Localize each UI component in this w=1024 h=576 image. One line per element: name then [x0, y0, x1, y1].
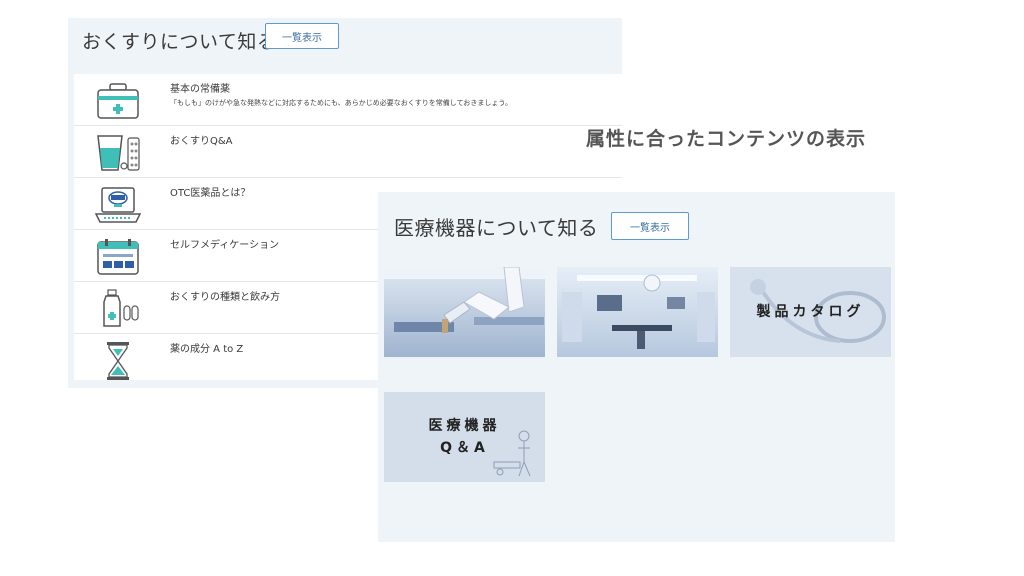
medicine-item-title: セルフメディケーション [170, 240, 280, 251]
card-label: 医療機器 Q＆A [428, 417, 501, 456]
self-medication-calendar-icon [94, 236, 142, 278]
medicine-list-all-button[interactable]: 一覧表示 [265, 23, 339, 49]
medicine-item-title: おくすりの種類と飲み方 [170, 292, 280, 303]
device-card-robotic-surgery[interactable] [384, 267, 545, 357]
medicine-item-title: 基本の常備薬 [170, 84, 230, 95]
device-card-product-catalog[interactable]: 製品カタログ [730, 267, 891, 357]
attribute-content-caption: 属性に合ったコンテンツの表示 [586, 128, 867, 150]
medicine-item-title: OTC医薬品とは？ [170, 188, 251, 199]
card-label [384, 267, 545, 357]
device-section-title: 医療機器について知る [394, 216, 599, 240]
device-section: 医療機器について知る 一覧表示 製品カタログ 医療機器 Q＆A [378, 192, 895, 542]
card-label [557, 267, 718, 357]
otc-laptop-icon [94, 184, 142, 226]
device-card-qa[interactable]: 医療機器 Q＆A [384, 392, 545, 482]
medicine-item-title: 薬の成分 A to Z [170, 344, 244, 355]
device-card-operating-room[interactable] [557, 267, 718, 357]
hourglass-icon [94, 340, 142, 382]
medicine-item-basic[interactable]: 基本の常備薬 「もしも」のけがや急な発熱などに対応するためにも、あらかじめ必要な… [74, 74, 622, 126]
medicine-bottle-icon [94, 288, 142, 330]
medicine-section-header: おくすりについて知る [82, 22, 276, 58]
water-glass-pills-icon [94, 132, 142, 174]
medicine-item-qa[interactable]: おくすりQ&A [74, 126, 622, 178]
medicine-item-title: おくすりQ&A [170, 136, 233, 147]
card-label: 製品カタログ [756, 303, 865, 320]
medicine-item-description: 「もしも」のけがや急な発熱などに対応するためにも、あらかじめ必要なおくすりを常備… [170, 99, 512, 107]
first-aid-kit-icon [94, 80, 142, 122]
medicine-section-title: おくすりについて知る [82, 30, 277, 53]
device-list-all-button[interactable]: 一覧表示 [611, 212, 689, 240]
